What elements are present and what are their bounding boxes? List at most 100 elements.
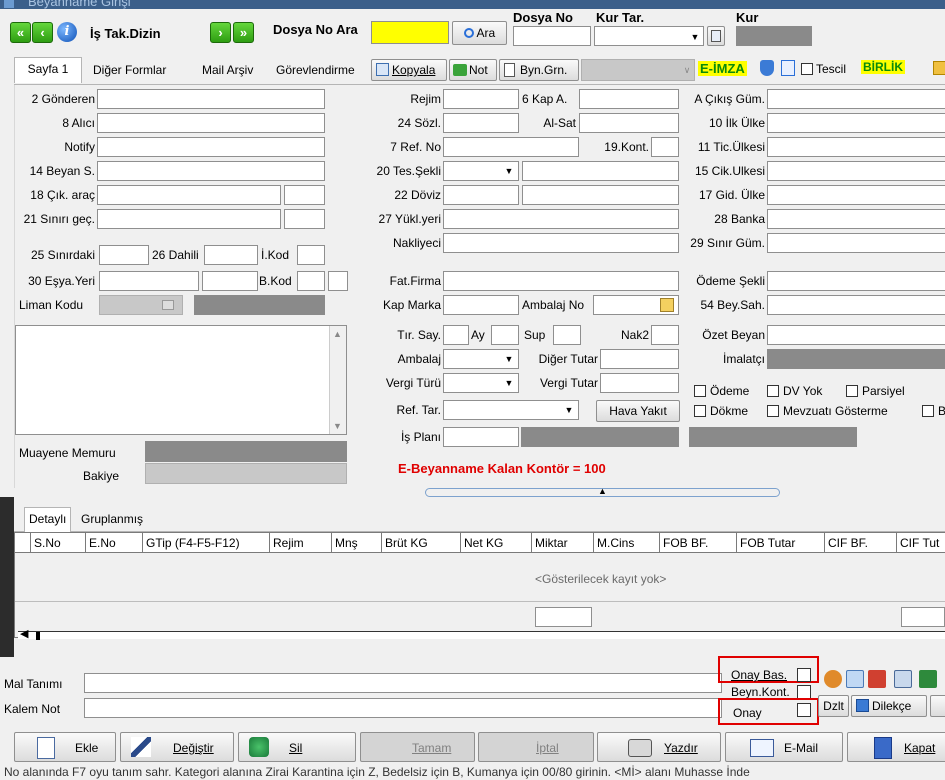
scroll-up-icon[interactable]: ▲ [333, 329, 342, 339]
grid-header-cif-tutar[interactable]: CIF Tut [897, 533, 945, 553]
hava-yakit-button[interactable]: Hava Yakıt [596, 400, 680, 422]
splitter-handle[interactable]: ▲ [425, 486, 780, 497]
tab-diger-formlar[interactable]: Diğer Formlar [89, 59, 170, 81]
cikis-gum-input[interactable] [767, 89, 945, 109]
beyn-kont-checkbox[interactable] [797, 685, 811, 699]
dosya-no-ara-input[interactable] [371, 21, 449, 44]
ekle-button[interactable]: Ekle [14, 732, 116, 762]
tab-combo[interactable]: ∨ [581, 59, 695, 81]
is-plani-input[interactable] [443, 427, 519, 447]
sinirdaki-input[interactable] [99, 245, 149, 265]
grid-header-sno[interactable]: S.No [31, 533, 86, 553]
calculator-icon[interactable] [894, 670, 912, 688]
grid-header-cif-bf[interactable]: CIF BF. [825, 533, 897, 553]
gid-ulke-input[interactable] [767, 185, 945, 205]
esya-yeri-input[interactable] [99, 271, 199, 291]
iptal-button[interactable]: İptal [478, 732, 594, 762]
items-grid[interactable]: S.No E.No GTip (F4-F5-F12) Rejim Mnş Brü… [14, 532, 945, 640]
onay-bas-checkbox[interactable] [797, 668, 811, 682]
tescil-checkbox[interactable] [801, 63, 813, 75]
last-record-button[interactable]: » [233, 22, 254, 43]
byn-grn-button[interactable]: Byn.Grn. [499, 59, 579, 81]
scroll-thumb[interactable] [36, 632, 40, 640]
banka-input[interactable] [767, 209, 945, 229]
info-icon[interactable]: i [57, 22, 77, 42]
fat-firma-input[interactable] [443, 271, 679, 291]
al-sat-input[interactable] [579, 113, 679, 133]
grid-header-brut-kg[interactable]: Brüt KG [382, 533, 461, 553]
sozl-input[interactable] [443, 113, 519, 133]
sinir-gec-input[interactable] [97, 209, 281, 229]
ilk-ulke-input[interactable] [767, 113, 945, 133]
yazdir-button[interactable]: Yazdır [597, 732, 721, 762]
grid-header-gtip[interactable]: GTip (F4-F5-F12) [143, 533, 270, 553]
birlik-button[interactable]: BİRLİK [861, 60, 905, 74]
tab-gorevlendirme[interactable]: Görevlendirme [272, 59, 372, 81]
kalem-not-input[interactable] [84, 698, 722, 718]
notes-textarea[interactable]: ▲ ▼ [15, 325, 347, 435]
kur-tar-select[interactable]: ▼ [594, 26, 704, 46]
not-button[interactable]: Not [449, 59, 497, 81]
dzlt-button[interactable]: Dzlt [818, 695, 849, 717]
grid-header-fob-tutar[interactable]: FOB Tutar [737, 533, 825, 553]
ambalaj-select[interactable]: ▼ [443, 349, 519, 369]
folder-icon[interactable] [933, 61, 945, 75]
degistir-button[interactable]: Değiştir [120, 732, 234, 762]
ara-button[interactable]: Ara [452, 21, 507, 45]
dokme-checkbox[interactable] [694, 405, 706, 417]
dosya-no-input[interactable] [513, 26, 591, 46]
odeme-sekli-input[interactable] [767, 271, 945, 291]
beyan-s-input[interactable] [97, 161, 325, 181]
parsiyel-checkbox[interactable] [846, 385, 858, 397]
shield-icon[interactable] [760, 60, 774, 76]
edit-icon[interactable] [660, 298, 674, 312]
bey-sah-input[interactable] [767, 295, 945, 315]
tic-ulkesi-input[interactable] [767, 137, 945, 157]
is-tak-dizin-label[interactable]: İş Tak.Dizin [90, 26, 161, 41]
email-button[interactable]: E-Mail [725, 732, 843, 762]
dv-yok-checkbox[interactable] [767, 385, 779, 397]
sil-button[interactable]: Sil [238, 732, 356, 762]
ay-input[interactable] [491, 325, 519, 345]
diger-tutar-input[interactable] [600, 349, 679, 369]
ozet-beyan-input[interactable] [767, 325, 945, 345]
kapat-button[interactable]: Kapat [847, 732, 945, 762]
onay-checkbox[interactable] [797, 703, 811, 717]
kont-input[interactable] [651, 137, 679, 157]
vergi-turu-select[interactable]: ▼ [443, 373, 519, 393]
kap-marka-input[interactable] [443, 295, 519, 315]
kap-a-input[interactable] [579, 89, 679, 109]
chart-icon[interactable] [868, 670, 886, 688]
tab-detayli[interactable]: Detaylı [24, 507, 72, 532]
sinir-gum-input[interactable] [767, 233, 945, 253]
prev-record-button[interactable]: ‹ [32, 22, 53, 43]
b-checkbox[interactable] [922, 405, 934, 417]
doviz-desc[interactable] [522, 185, 679, 205]
alici-input[interactable] [97, 113, 325, 133]
nakliyeci-input[interactable] [443, 233, 679, 253]
tamam-button[interactable]: Tamam [360, 732, 475, 762]
calendar-button[interactable] [707, 26, 725, 46]
tes-sekli-select[interactable]: ▼ [443, 161, 519, 181]
notify-input[interactable] [97, 137, 325, 157]
mal-tanimi-input[interactable] [84, 673, 722, 693]
dilekce-button[interactable]: Dilekçe [851, 695, 927, 717]
yukl-yeri-input[interactable] [443, 209, 679, 229]
odeme-checkbox[interactable] [694, 385, 706, 397]
grid-header-mns[interactable]: Mnş [332, 533, 382, 553]
grid-header-m-cins[interactable]: M.Cins [594, 533, 660, 553]
kopyala-button[interactable]: Kopyala [371, 59, 447, 81]
ref-tar-select[interactable]: ▼ [443, 400, 579, 420]
ambalaj-no-input[interactable] [593, 295, 679, 315]
b-kod-extra-input[interactable] [328, 271, 348, 291]
sinir-gec-code-input[interactable] [284, 209, 325, 229]
tab-mail-arsiv[interactable]: Mail Arşiv [198, 59, 257, 81]
tab-gruplanmis[interactable]: Gruplanmış [77, 508, 147, 530]
mevzuati-gosterme-checkbox[interactable] [767, 405, 779, 417]
grid-header-rejim[interactable]: Rejim [270, 533, 332, 553]
sup-input[interactable] [553, 325, 581, 345]
scrollbar[interactable]: ▲ ▼ [329, 326, 346, 434]
doviz-input[interactable] [443, 185, 519, 205]
extra-button[interactable] [930, 695, 945, 717]
excel-icon[interactable] [919, 670, 937, 688]
